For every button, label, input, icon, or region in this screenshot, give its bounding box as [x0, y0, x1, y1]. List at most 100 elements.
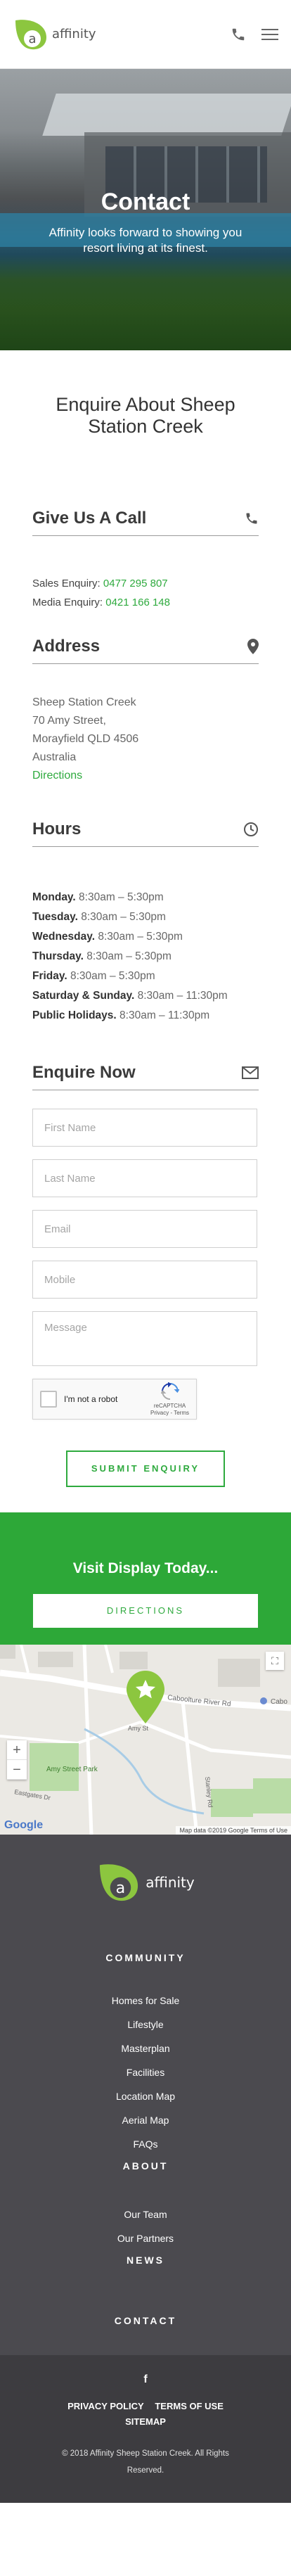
submit-enquiry-button[interactable]: SUBMIT ENQUIRY [66, 1450, 225, 1487]
footer-link[interactable]: Location Map [0, 2084, 291, 2108]
hours-row: Thursday. 8:30am – 5:30pm [32, 947, 259, 967]
address-lines: Sheep Station Creek 70 Amy Street, Moray… [32, 694, 259, 785]
logo-leaf-icon: a [15, 19, 46, 49]
hours-header: Hours [32, 812, 259, 847]
site-header: a affinity [0, 0, 291, 69]
footer-community-heading[interactable]: COMMUNITY [0, 1952, 291, 1963]
directions-button[interactable]: DIRECTIONS [33, 1594, 258, 1628]
hero-subtitle: Affinity looks forward to showing you re… [48, 226, 242, 255]
phone-icon [246, 513, 257, 523]
footer-about-list: Our Team Our Partners [0, 2202, 291, 2250]
enquire-section: Enquire Now First Name Last Name Email M… [0, 1055, 291, 1487]
footer-about-heading[interactable]: ABOUT [0, 2160, 291, 2172]
email-input[interactable]: Email [32, 1210, 257, 1248]
hours-day: Thursday. [32, 950, 84, 962]
hours-time: 8:30am – 5:30pm [86, 950, 172, 962]
map-canvas: Caboolture River Rd Amy St Stanley Rd Ca… [0, 1645, 291, 1835]
enquiry-form: First Name Last Name Email Mobile Messag… [32, 1109, 259, 1487]
map-zoom-controls: + − [7, 1740, 27, 1780]
hamburger-menu-icon[interactable] [261, 28, 278, 41]
sitemap-link[interactable]: SITEMAP [125, 2416, 166, 2427]
hours-time: 8:30am – 5:30pm [98, 931, 183, 943]
hours-day: Saturday & Sunday. [32, 990, 135, 1002]
facebook-icon[interactable]: f [0, 2373, 291, 2386]
svg-text:a: a [28, 32, 36, 46]
hours-time: 8:30am – 11:30pm [119, 1009, 210, 1021]
hours-row: Public Holidays. 8:30am – 11:30pm [32, 1006, 259, 1026]
footer-contact-heading[interactable]: CONTACT [0, 2315, 291, 2326]
address-line: Australia [32, 751, 77, 763]
footer-legal-links: PRIVACY POLICY TERMS OF USE SITEMAP [0, 2399, 291, 2430]
enquire-about-section: Enquire About Sheep Station Creek [0, 394, 291, 438]
site-footer: a affinity COMMUNITY Homes for Sale Life… [0, 1835, 291, 2355]
recaptcha-logo-icon [160, 1382, 180, 1400]
footer-link[interactable]: Masterplan [0, 2036, 291, 2060]
address-heading: Address [32, 636, 101, 656]
first-name-input[interactable]: First Name [32, 1109, 257, 1147]
footer-link[interactable]: Aerial Map [0, 2108, 291, 2132]
directions-link[interactable]: Directions [32, 770, 82, 782]
footer-link[interactable]: FAQs [0, 2132, 291, 2156]
footer-link[interactable]: Our Team [0, 2202, 291, 2226]
hero-image-roof [42, 94, 291, 136]
svg-text:a: a [116, 1879, 126, 1897]
sales-phone-link[interactable]: 0477 295 807 [103, 578, 168, 589]
footer-logo-text: affinity [146, 1874, 195, 1891]
footer-link[interactable]: Homes for Sale [0, 1989, 291, 2013]
footer-news-heading[interactable]: NEWS [0, 2255, 291, 2266]
hours-time: 8:30am – 5:30pm [79, 891, 164, 903]
footer-link[interactable]: Our Partners [0, 2226, 291, 2250]
address-section: Address Sheep Station Creek 70 Amy Stree… [0, 629, 291, 785]
recaptcha-label: I'm not a robot [64, 1394, 118, 1404]
visit-heading: Visit Display Today... [72, 1560, 219, 1576]
terms-of-use-link[interactable]: TERMS OF USE [155, 2401, 224, 2411]
hours-row: Tuesday. 8:30am – 5:30pm [32, 907, 259, 927]
call-section: Give Us A Call Sales Enquiry: 0477 295 8… [0, 501, 291, 612]
zoom-out-button[interactable]: − [7, 1760, 27, 1780]
hero-banner: Contact Affinity looks forward to showin… [0, 69, 291, 350]
google-map[interactable]: Caboolture River Rd Amy St Stanley Rd Ca… [0, 1645, 291, 1835]
map-attribution[interactable]: Map data ©2019 Google Terms of Use [176, 1826, 291, 1835]
logo-text: affinity [52, 27, 96, 42]
hours-day: Monday. [32, 891, 76, 903]
hours-day: Wednesday. [32, 931, 96, 943]
sales-label: Sales Enquiry: [32, 578, 101, 589]
hours-row: Saturday & Sunday. 8:30am – 11:30pm [32, 986, 259, 1006]
recaptcha-checkbox[interactable] [40, 1391, 57, 1408]
logo-leaf-icon: a [100, 1864, 138, 1901]
hours-time: 8:30am – 11:30pm [137, 990, 228, 1002]
mobile-input[interactable]: Mobile [32, 1261, 257, 1299]
zoom-in-button[interactable]: + [7, 1740, 27, 1760]
hours-row: Wednesday. 8:30am – 5:30pm [32, 927, 259, 947]
recaptcha-brand-text: reCAPTCHA [153, 1402, 186, 1409]
envelope-icon [242, 1066, 259, 1079]
footer-logo[interactable]: a affinity [96, 1860, 195, 1905]
footer-link[interactable]: Lifestyle [0, 2013, 291, 2036]
hours-time: 8:30am – 5:30pm [81, 911, 166, 923]
footer-link[interactable]: Facilities [0, 2060, 291, 2084]
fullscreen-icon[interactable]: ⛶ [266, 1652, 284, 1670]
submit-wrapper: SUBMIT ENQUIRY [32, 1450, 259, 1487]
address-line: Morayfield QLD 4506 [32, 733, 139, 745]
map-road-label: Amy St [128, 1725, 149, 1732]
hours-section: Hours Monday. 8:30am – 5:30pm Tuesday. 8… [0, 812, 291, 1026]
map-park-label: Amy Street Park [46, 1766, 98, 1773]
message-textarea[interactable]: Message [32, 1311, 257, 1366]
address-header: Address [32, 629, 259, 664]
last-name-input[interactable]: Last Name [32, 1159, 257, 1197]
hours-day: Friday. [32, 970, 67, 982]
logo[interactable]: a affinity [13, 16, 96, 53]
enquire-about-heading: Enquire About Sheep Station Creek [56, 394, 235, 437]
media-phone-link[interactable]: 0421 166 148 [105, 597, 170, 608]
call-lines: Sales Enquiry: 0477 295 807 Media Enquir… [32, 574, 259, 612]
enquire-heading: Enquire Now [32, 1062, 136, 1082]
call-heading: Give Us A Call [32, 508, 147, 528]
enquire-header: Enquire Now [32, 1055, 259, 1090]
phone-icon[interactable] [231, 27, 246, 42]
footer-community-list: Homes for Sale Lifestyle Masterplan Faci… [0, 1989, 291, 2156]
hours-day: Tuesday. [32, 911, 78, 923]
clock-icon [244, 822, 258, 836]
footer-bottom: f PRIVACY POLICY TERMS OF USE SITEMAP © … [0, 2355, 291, 2503]
recaptcha-terms[interactable]: Privacy - Terms [150, 1410, 189, 1417]
privacy-policy-link[interactable]: PRIVACY POLICY [67, 2401, 144, 2411]
